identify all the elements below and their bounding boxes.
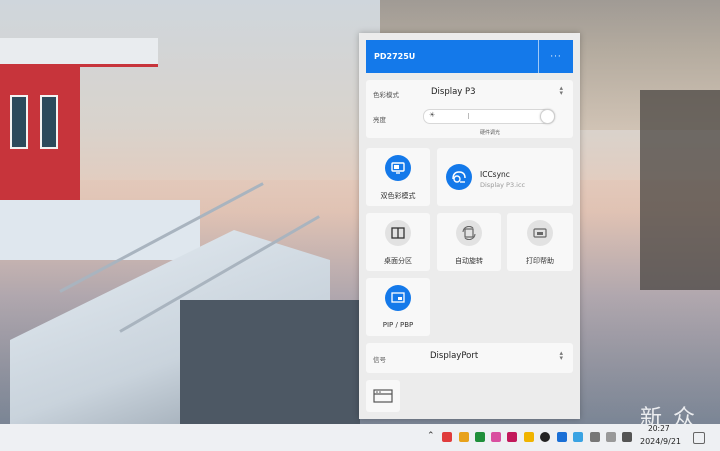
color-mode-label: 色彩模式 — [373, 91, 399, 99]
window-icon — [373, 389, 393, 403]
app-tray-icon[interactable] — [459, 432, 469, 442]
color-mode-value: Display P3 — [431, 87, 476, 97]
brightness-slider[interactable]: ☀ — [423, 109, 555, 124]
hardware-dimming-label: 硬件调光 — [479, 130, 500, 136]
window-layout-button[interactable] — [366, 380, 400, 412]
dual-color-mode-tile[interactable]: 双色彩模式 — [366, 148, 430, 206]
app-tray-icon[interactable] — [442, 432, 452, 442]
volume-icon[interactable] — [590, 432, 600, 442]
print-help-label: 打印帮助 — [526, 257, 554, 265]
slider-tick — [468, 113, 469, 119]
wallpaper-pier-right — [640, 90, 720, 290]
dual-color-mode-label: 双色彩模式 — [380, 192, 416, 200]
signal-source-value: DisplayPort — [430, 351, 479, 361]
updown-arrows-icon: ▴ ▾ — [559, 349, 563, 362]
split-window-icon — [385, 220, 411, 246]
app-tray-icon[interactable] — [507, 432, 517, 442]
app-tray-icon[interactable] — [557, 432, 567, 442]
wallpaper-boat-window — [10, 95, 28, 149]
pip-icon — [385, 285, 411, 311]
auto-rotate-label: 自动旋转 — [455, 257, 483, 265]
panel-header: PD2725U ··· — [366, 40, 573, 73]
network-icon[interactable] — [606, 432, 616, 442]
signal-source-dropdown[interactable]: DisplayPort ▴ ▾ — [425, 348, 565, 366]
pip-pbp-label: PIP / PBP — [382, 321, 414, 329]
app-tray-icon[interactable] — [573, 432, 583, 442]
rotate-screen-icon — [456, 220, 482, 246]
iccsync-tile[interactable]: ICCsync Display P3.icc — [437, 148, 573, 206]
auto-rotate-tile[interactable]: 自动旋转 — [437, 213, 501, 271]
more-options-button[interactable]: ··· — [538, 40, 573, 73]
desktop-partition-tile[interactable]: 桌面分区 — [366, 213, 430, 271]
battery-icon[interactable] — [622, 432, 632, 442]
monitor-icon — [385, 155, 411, 181]
monitor-name: PD2725U — [374, 52, 416, 61]
desktop-partition-label: 桌面分区 — [384, 257, 412, 265]
app-tray-icon[interactable] — [475, 432, 485, 442]
icc-sync-icon — [446, 164, 472, 190]
wallpaper-boat-roof — [0, 38, 158, 67]
brightness-label: 亮度 — [373, 116, 386, 124]
taskbar-clock-date[interactable]: 2024/9/21 — [640, 437, 681, 446]
app-tray-icon[interactable] — [524, 432, 534, 442]
brightness-slider-handle[interactable] — [540, 109, 555, 124]
show-hidden-icons-chevron[interactable]: ⌃ — [427, 431, 435, 441]
monitor-control-panel: PD2725U ··· 色彩模式 Display P3 ▴ ▾ 亮度 ☀ 硬件调光… — [359, 33, 580, 419]
wallpaper-boat-window — [40, 95, 58, 149]
notification-icon[interactable] — [693, 432, 705, 444]
taskbar: ⌃ 20:27 2024/9/21 — [0, 424, 720, 451]
pip-pbp-tile[interactable]: PIP / PBP — [366, 278, 430, 336]
updown-arrows-icon: ▴ ▾ — [559, 84, 563, 97]
iccsync-title: ICCsync — [480, 170, 510, 179]
app-tray-icon[interactable] — [491, 432, 501, 442]
sun-icon: ☀ — [429, 111, 436, 119]
print-icon — [527, 220, 553, 246]
color-mode-dropdown[interactable]: Display P3 ▴ ▾ — [425, 85, 565, 101]
taskbar-clock-time[interactable]: 20:27 — [648, 424, 670, 433]
app-tray-icon[interactable] — [540, 432, 550, 442]
print-help-tile[interactable]: 打印帮助 — [507, 213, 573, 271]
iccsync-profile: Display P3.icc — [480, 181, 526, 189]
signal-label: 信号 — [373, 356, 386, 364]
wallpaper-pier — [180, 300, 360, 424]
